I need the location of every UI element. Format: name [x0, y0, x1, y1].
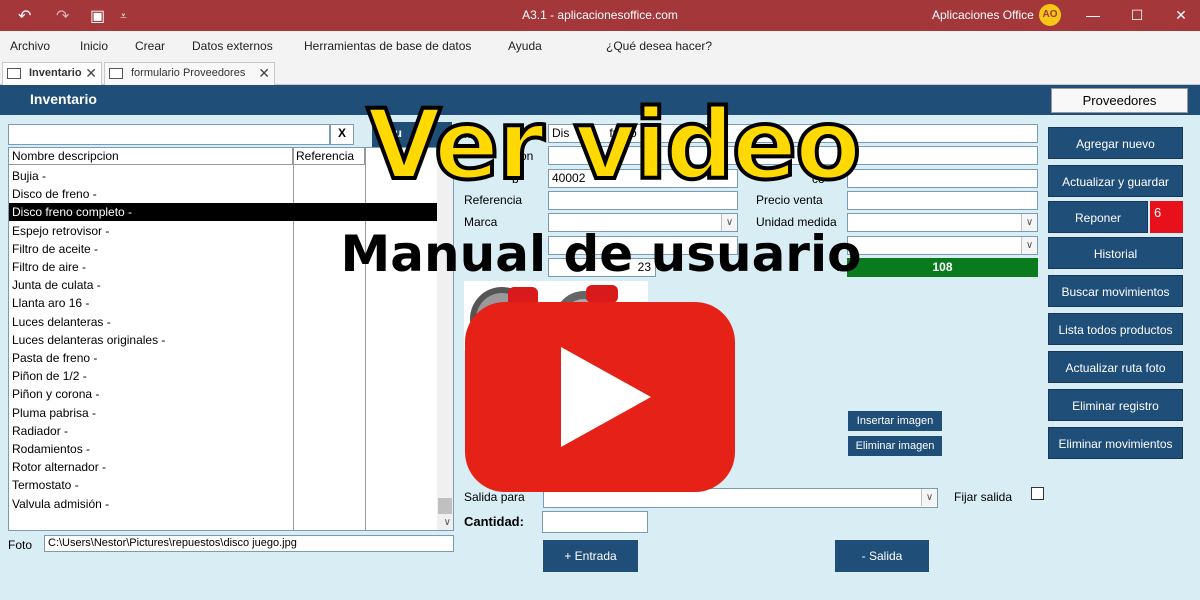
brand-logo-icon: AO — [1039, 4, 1061, 26]
tab-label: formulario Proveedores — [131, 67, 246, 79]
cantidad-label: Cantidad: — [464, 514, 524, 529]
minimize-button[interactable]: — — [1082, 4, 1104, 26]
list-item[interactable]: Llanta aro 16 - — [9, 294, 439, 312]
column-header-nombre[interactable]: Nombre descripcion — [9, 148, 293, 165]
list-item[interactable]: Luces delanteras originales - — [9, 331, 439, 349]
form-icon — [109, 68, 123, 79]
tell-me-search[interactable]: ¿Qué desea hacer? — [606, 39, 712, 53]
menu-datos-externos[interactable]: Datos externos — [192, 39, 273, 53]
agregar-nuevo-button[interactable]: Agregar nuevo — [1048, 127, 1183, 159]
stock-total-bar: 108 — [847, 258, 1038, 277]
eliminar-movimientos-button[interactable]: Eliminar movimientos — [1048, 427, 1183, 459]
video-overlay-title: Ver video — [365, 88, 863, 202]
foto-label: Foto — [8, 538, 33, 552]
insert-image-button[interactable]: Insertar imagen — [848, 411, 942, 431]
menu-crear[interactable]: Crear — [135, 39, 165, 53]
list-item[interactable]: Piñon de 1/2 - — [9, 367, 439, 385]
chevron-down-icon[interactable]: ∨ — [1021, 214, 1037, 231]
brand-name: Aplicaciones Office — [932, 8, 1034, 22]
ribbon-menu: Archivo Inicio Crear Datos externos Herr… — [0, 31, 1200, 82]
tab-label: Inventario — [29, 67, 82, 79]
reponer-count-badge: 6 — [1150, 201, 1183, 233]
reponer-button[interactable]: Reponer — [1048, 201, 1148, 233]
document-tabs: Inventario ✕ formulario Proveedores ✕ — [0, 61, 1200, 85]
title-bar: ↶ ↷ ▣ ⩡ A3.1 - aplicacionesoffice.com Ap… — [0, 0, 1200, 31]
entrada-button[interactable]: + Entrada — [543, 540, 638, 572]
close-tab-icon[interactable]: ✕ — [258, 63, 270, 84]
tab-inventario[interactable]: Inventario ✕ — [2, 62, 102, 85]
actualizar-ruta-foto-button[interactable]: Actualizar ruta foto — [1048, 351, 1183, 383]
chevron-down-icon[interactable]: ∨ — [921, 489, 937, 506]
ubicacion-select[interactable]: ∨ — [847, 236, 1038, 255]
menu-archivo[interactable]: Archivo — [10, 39, 50, 53]
list-item[interactable]: Piñon y corona - — [9, 385, 439, 403]
eliminar-registro-button[interactable]: Eliminar registro — [1048, 389, 1183, 421]
list-item[interactable]: Rodamientos - — [9, 440, 439, 458]
product-list[interactable]: Nombre descripcion Referencia Bujia - Dis… — [8, 147, 454, 531]
scrollbar-thumb[interactable] — [438, 498, 452, 514]
search-input[interactable] — [8, 124, 330, 145]
foto-path-field[interactable]: C:\Users\Nestor\Pictures\repuestos\disco… — [44, 535, 454, 552]
tab-formulario-proveedores[interactable]: formulario Proveedores ✕ — [104, 62, 275, 85]
menu-ayuda[interactable]: Ayuda — [508, 39, 542, 53]
menu-herramientas[interactable]: Herramientas de base de datos — [304, 39, 471, 53]
actualizar-guardar-button[interactable]: Actualizar y guardar — [1048, 165, 1183, 197]
cantidad-input[interactable] — [542, 511, 648, 533]
list-item[interactable]: Termostato - — [9, 476, 439, 494]
fijar-salida-checkbox[interactable] — [1031, 487, 1044, 500]
chevron-down-icon[interactable]: ∨ — [1021, 237, 1037, 254]
play-triangle-icon — [561, 347, 651, 447]
list-item[interactable]: Luces delanteras - — [9, 313, 439, 331]
chevron-down-icon[interactable]: ∨ — [444, 517, 451, 528]
list-item[interactable]: Valvula admisión - — [9, 495, 439, 513]
list-item[interactable]: Rotor alternador - — [9, 458, 439, 476]
lista-todos-productos-button[interactable]: Lista todos productos — [1048, 313, 1183, 345]
salida-button[interactable]: - Salida — [835, 540, 929, 572]
close-tab-icon[interactable]: ✕ — [85, 63, 97, 84]
list-item[interactable]: Pasta de freno - — [9, 349, 439, 367]
list-item[interactable]: Radiador - — [9, 422, 439, 440]
delete-image-button[interactable]: Eliminar imagen — [848, 436, 942, 456]
video-overlay-subtitle: Manual de usuario — [340, 225, 862, 283]
maximize-button[interactable]: ☐ — [1126, 4, 1148, 26]
fijar-salida-label: Fijar salida — [954, 490, 1013, 504]
menu-inicio[interactable]: Inicio — [80, 39, 108, 53]
proveedores-button[interactable]: Proveedores — [1051, 88, 1188, 113]
close-window-button[interactable]: ✕ — [1170, 4, 1192, 26]
form-title: Inventario — [30, 91, 97, 107]
historial-button[interactable]: Historial — [1048, 237, 1183, 269]
unidad-medida-select[interactable]: ∨ — [847, 213, 1038, 232]
youtube-play-icon[interactable] — [465, 302, 735, 492]
list-scrollbar[interactable] — [437, 166, 453, 530]
buscar-movimientos-button[interactable]: Buscar movimientos — [1048, 275, 1183, 307]
form-icon — [7, 68, 21, 79]
list-item[interactable]: Pluma pabrisa - — [9, 404, 439, 422]
salida-para-label: Salida para — [464, 490, 525, 504]
list-item[interactable]: Disco freno completo - — [9, 203, 439, 222]
